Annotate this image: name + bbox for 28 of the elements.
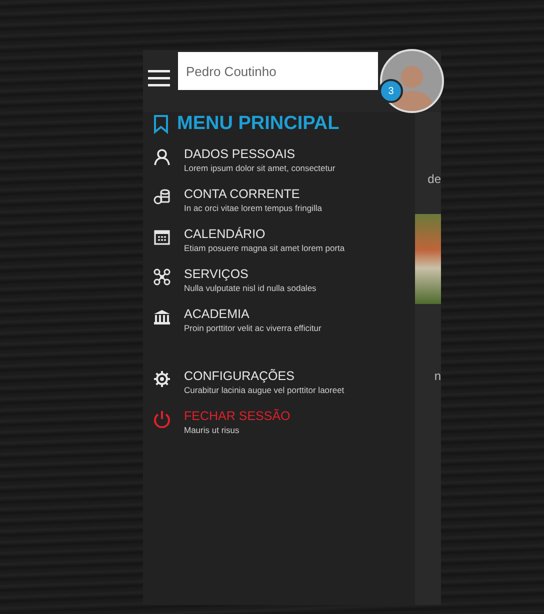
menu-item[interactable]: CONFIGURAÇÕES Curabitur lacinia augue vel porttitor laoreet bbox=[153, 368, 415, 402]
avatar[interactable] bbox=[380, 49, 444, 113]
menu-item-subtitle: Mauris ut risus bbox=[184, 424, 240, 436]
settings-icon bbox=[153, 370, 171, 388]
bank-icon bbox=[153, 308, 171, 326]
menu-item[interactable]: ACADEMIA Proin porttitor velit ac viverra efficitur bbox=[153, 306, 415, 340]
menu-item[interactable]: CONTA CORRENTE In ac orci vitae lorem tempus fringilla bbox=[153, 186, 415, 220]
menu-item[interactable]: FECHAR SESSÃO Mauris ut risus bbox=[153, 408, 415, 442]
calendar-icon bbox=[153, 228, 171, 246]
bookmark-icon bbox=[153, 114, 169, 134]
text-fragment: de bbox=[428, 172, 441, 186]
menu-item-subtitle: Nulla vulputate nisl id nulla sodales bbox=[184, 282, 316, 294]
menu-title: MENU PRINCIPAL bbox=[177, 113, 340, 135]
search-field[interactable]: Pedro Coutinho bbox=[178, 52, 378, 90]
menu-item-subtitle: Curabitur lacinia augue vel porttitor laoreet bbox=[184, 384, 344, 396]
menu-item[interactable]: DADOS PESSOAIS Lorem ipsum dolor sit amet, consectetur bbox=[153, 146, 415, 180]
menu-button[interactable] bbox=[148, 67, 170, 89]
menu-item[interactable]: SERVIÇOS Nulla vulputate nisl id nulla sodales bbox=[153, 266, 415, 300]
menu-item-subtitle: Lorem ipsum dolor sit amet, consectetur bbox=[184, 162, 336, 174]
text-fragment: n bbox=[434, 369, 441, 383]
menu-item-subtitle: Proin porttitor velit ac viverra efficitur bbox=[184, 322, 322, 334]
menu-item-subtitle: Etiam posuere magna sit amet lorem porta bbox=[184, 242, 345, 254]
menu-item[interactable]: CALENDÁRIO Etiam posuere magna sit amet lorem porta bbox=[153, 226, 415, 260]
coins-icon bbox=[153, 188, 171, 206]
person-icon bbox=[153, 148, 171, 166]
network-icon bbox=[153, 268, 171, 286]
menu-item-subtitle: In ac orci vitae lorem tempus fringilla bbox=[184, 202, 322, 214]
power-icon bbox=[153, 410, 171, 428]
